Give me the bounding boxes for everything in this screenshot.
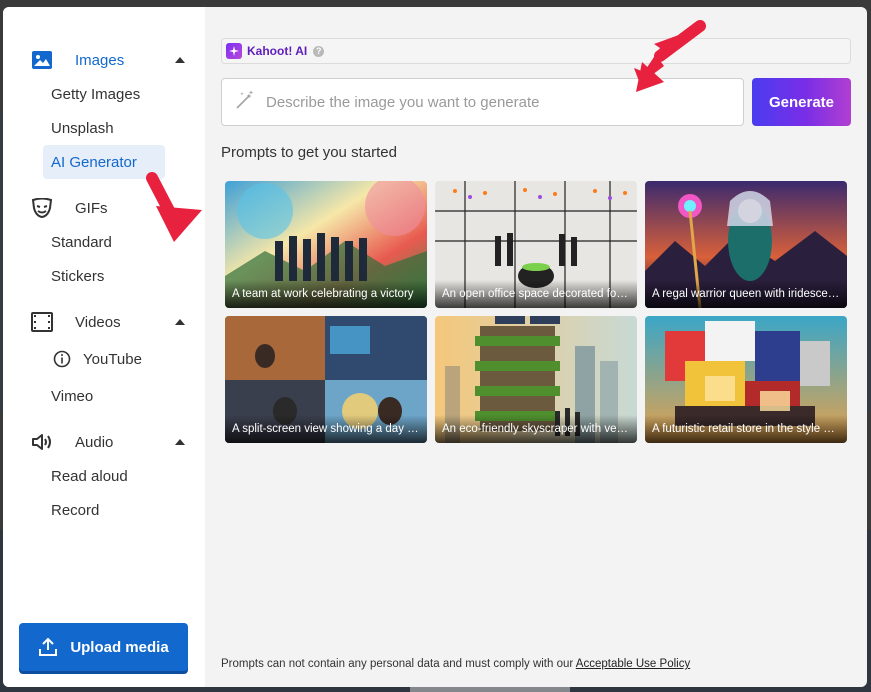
- sidebar-item-ai-generator[interactable]: AI Generator: [43, 145, 165, 179]
- media-sidebar: Images Getty Images Unsplash AI Generato…: [3, 7, 205, 687]
- upload-icon: [38, 637, 58, 657]
- prompt-card-caption: A futuristic retail store in the style o…: [645, 415, 847, 443]
- chevron-up-icon: [175, 55, 185, 65]
- info-circle-icon: [53, 350, 71, 368]
- sidebar-group-label: GIFs: [75, 199, 108, 217]
- sidebar-group-gifs[interactable]: GIFs: [3, 191, 205, 225]
- sidebar-item-getty-images[interactable]: Getty Images: [3, 77, 165, 111]
- prompt-card-caption: A split-screen view showing a day at wor…: [225, 415, 427, 443]
- film-icon: [31, 311, 53, 333]
- prompt-card-caption: An eco-friendly skyscraper with vertical…: [435, 415, 637, 443]
- gif-mask-icon: [31, 197, 53, 219]
- sidebar-item-record[interactable]: Record: [3, 493, 165, 527]
- image-icon: [31, 49, 53, 71]
- sidebar-group-videos[interactable]: Videos: [3, 305, 205, 339]
- help-icon[interactable]: ?: [313, 45, 325, 57]
- prompt-card[interactable]: A futuristic retail store in the style o…: [645, 316, 847, 443]
- prompt-card[interactable]: An eco-friendly skyscraper with vertical…: [435, 316, 637, 443]
- chevron-up-icon: [175, 437, 185, 447]
- prompt-suggestions-grid: A team at work celebrating a victory An …: [221, 181, 851, 443]
- sidebar-group-audio[interactable]: Audio: [3, 425, 205, 459]
- prompt-card[interactable]: An open office space decorated for Hallo…: [435, 181, 637, 308]
- sidebar-item-vimeo[interactable]: Vimeo: [3, 379, 165, 413]
- prompt-card[interactable]: A regal warrior queen with iridescent ar…: [645, 181, 847, 308]
- kahoot-ai-badge-bar: Kahoot! AI ?: [221, 38, 851, 64]
- prompt-card-caption: A team at work celebrating a victory: [225, 280, 427, 308]
- policy-note: Prompts can not contain any personal dat…: [221, 658, 690, 670]
- sidebar-item-label: YouTube: [83, 350, 142, 368]
- magic-wand-icon: [234, 89, 256, 116]
- prompt-card[interactable]: A split-screen view showing a day at wor…: [225, 316, 427, 443]
- upload-media-label: Upload media: [70, 638, 169, 656]
- ai-generator-panel: Kahoot! AI ? Generate Prompts to get you…: [205, 7, 867, 687]
- sidebar-item-stickers[interactable]: Stickers: [3, 259, 165, 293]
- prompt-card[interactable]: A team at work celebrating a victory: [225, 181, 427, 308]
- prompt-input[interactable]: [266, 93, 706, 111]
- sidebar-group-label: Audio: [75, 433, 114, 451]
- media-picker-dialog: Images Getty Images Unsplash AI Generato…: [3, 7, 867, 687]
- prompt-card-caption: An open office space decorated for Hallo…: [435, 280, 637, 308]
- sparkle-icon: [226, 43, 242, 59]
- upload-media-button[interactable]: Upload media: [19, 623, 188, 671]
- sidebar-item-unsplash[interactable]: Unsplash: [3, 111, 165, 145]
- sidebar-group-label: Videos: [75, 313, 121, 331]
- speaker-icon: [31, 431, 53, 453]
- generate-button[interactable]: Generate: [752, 78, 851, 126]
- sidebar-item-read-aloud[interactable]: Read aloud: [3, 459, 165, 493]
- policy-note-text: Prompts can not contain any personal dat…: [221, 658, 576, 670]
- prompt-row: Generate: [221, 78, 851, 126]
- sidebar-group-label: Images: [75, 51, 125, 69]
- prompts-section-title: Prompts to get you started: [221, 144, 397, 161]
- prompt-card-caption: A regal warrior queen with iridescent ar…: [645, 280, 847, 308]
- acceptable-use-policy-link[interactable]: Acceptable Use Policy: [576, 658, 690, 670]
- chevron-up-icon: [175, 317, 185, 327]
- kahoot-ai-label: Kahoot! AI: [247, 44, 308, 58]
- sidebar-group-images[interactable]: Images: [3, 43, 205, 77]
- sidebar-item-standard[interactable]: Standard: [3, 225, 165, 259]
- prompt-input-container: [221, 78, 744, 126]
- sidebar-item-youtube[interactable]: YouTube: [3, 339, 165, 379]
